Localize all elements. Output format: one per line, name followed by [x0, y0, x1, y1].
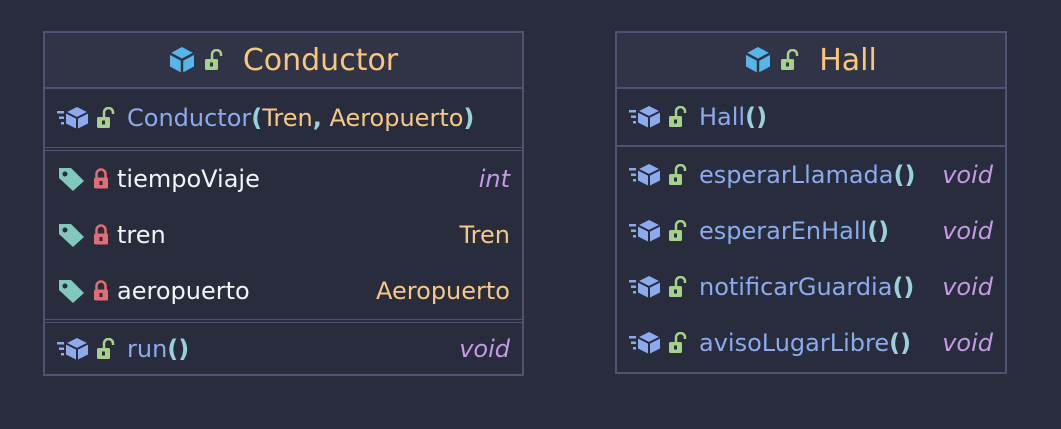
tag-icon — [57, 166, 85, 192]
unlocked-padlock-icon — [669, 220, 687, 242]
class-conductor: Conductor Conductor(Tren, Aeropuerto) ti… — [43, 31, 524, 376]
unlocked-padlock-icon — [204, 49, 223, 71]
method-row: esperarEnHall() void — [617, 203, 1005, 259]
method-cube-icon — [57, 106, 89, 130]
constructor-name: Conductor — [127, 104, 252, 132]
open-paren: ( — [251, 104, 263, 132]
class-header: Conductor — [45, 33, 522, 89]
method-parens: () — [892, 273, 915, 301]
constructor-name: Hall — [699, 103, 746, 131]
class-cube-icon — [169, 46, 195, 74]
method-parens: () — [889, 329, 912, 357]
field-row: tren Tren — [45, 207, 522, 263]
method-name: esperarEnHall — [699, 217, 868, 245]
field-type: Tren — [459, 221, 510, 249]
return-type: void — [459, 335, 510, 363]
method-cube-icon — [57, 337, 89, 361]
field-type: int — [478, 165, 510, 193]
tag-icon — [57, 278, 85, 304]
unlocked-padlock-icon — [669, 332, 687, 354]
param-type: Tren — [262, 104, 313, 132]
field-name: tiempoViaje — [117, 165, 260, 193]
return-type: void — [942, 217, 993, 245]
unlocked-padlock-icon — [97, 338, 115, 360]
method-name: run — [127, 335, 168, 363]
param-comma: , — [312, 104, 322, 132]
unlocked-padlock-icon — [669, 276, 687, 298]
method-name: esperarLlamada — [699, 161, 894, 189]
param-type: Aeropuerto — [329, 104, 464, 132]
method-parens: () — [867, 217, 890, 245]
locked-padlock-icon — [93, 168, 109, 190]
method-cube-icon — [629, 163, 661, 187]
field-type: Aeropuerto — [376, 277, 510, 305]
class-title: Conductor — [242, 42, 399, 78]
class-title: Hall — [819, 42, 877, 78]
unlocked-padlock-icon — [669, 164, 687, 186]
close-paren: ) — [463, 104, 475, 132]
locked-padlock-icon — [93, 280, 109, 302]
method-row: avisoLugarLibre() void — [617, 315, 1005, 371]
method-cube-icon — [629, 219, 661, 243]
field-name: tren — [117, 221, 166, 249]
method-row: run() void — [45, 323, 522, 375]
field-name: aeropuerto — [117, 277, 250, 305]
field-row: aeropuerto Aeropuerto — [45, 263, 522, 319]
constructor-parens: () — [745, 103, 768, 131]
method-cube-icon — [629, 331, 661, 355]
method-name: notificarGuardia — [699, 273, 893, 301]
unlocked-padlock-icon — [669, 106, 687, 128]
tag-icon — [57, 222, 85, 248]
method-row: esperarLlamada() void — [617, 147, 1005, 203]
unlocked-padlock-icon — [781, 49, 799, 71]
class-cube-icon — [745, 46, 771, 74]
method-cube-icon — [629, 275, 661, 299]
field-row: tiempoViaje int — [45, 151, 522, 207]
return-type: void — [942, 273, 993, 301]
method-name: avisoLugarLibre — [699, 329, 890, 357]
return-type: void — [942, 161, 993, 189]
class-hall: Hall Hall() esperarLlamada() void espera… — [615, 31, 1007, 374]
constructor-row: Hall() — [617, 89, 1005, 145]
method-row: notificarGuardia() void — [617, 259, 1005, 315]
return-type: void — [942, 329, 993, 357]
method-parens: () — [893, 161, 916, 189]
method-cube-icon — [629, 105, 661, 129]
locked-padlock-icon — [93, 224, 109, 246]
constructor-row: Conductor(Tren, Aeropuerto) — [45, 89, 522, 147]
unlocked-padlock-icon — [97, 107, 115, 129]
class-header: Hall — [617, 33, 1005, 89]
method-parens: () — [167, 335, 190, 363]
